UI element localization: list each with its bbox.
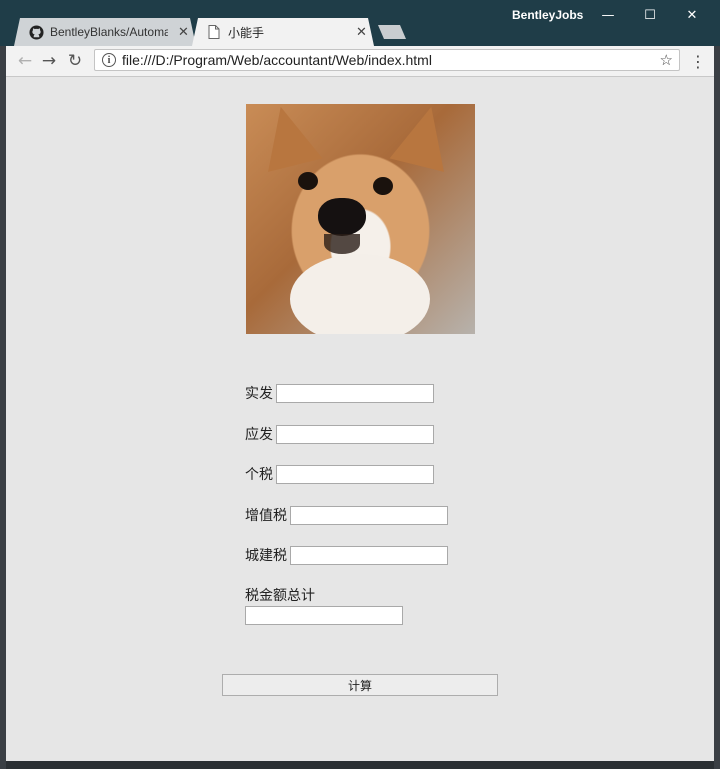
form-row-gross-pay: 应发 (245, 424, 434, 444)
dog-mouth (324, 234, 360, 254)
tab-title: 小能手 (228, 25, 265, 40)
field-label: 实发 (245, 386, 273, 402)
field-label: 个税 (245, 467, 273, 483)
window-bottom-border (6, 761, 714, 769)
address-bar[interactable]: i file:///D:/Program/Web/accountant/Web/… (94, 49, 680, 71)
form-row-total-tax: 税金额总计 (245, 585, 403, 625)
form-row-urban-construction-tax: 城建税 (245, 545, 448, 565)
field-label: 城建税 (245, 548, 287, 564)
close-window-button[interactable]: ✕ (670, 0, 714, 30)
total-tax-input[interactable] (245, 606, 403, 625)
info-icon[interactable]: i (102, 53, 116, 67)
reload-button[interactable]: ↻ (64, 50, 86, 72)
field-label: 增值税 (245, 508, 287, 524)
form-row-actual-pay: 实发 (245, 383, 434, 403)
window-border (714, 46, 720, 769)
calculate-button[interactable]: 计算 (222, 674, 498, 696)
field-label: 税金额总计 (245, 588, 315, 604)
close-icon[interactable]: ✕ (178, 24, 189, 40)
new-tab-button[interactable] (378, 25, 406, 39)
url-text[interactable]: file:///D:/Program/Web/accountant/Web/in… (122, 52, 432, 68)
close-icon[interactable]: ✕ (356, 24, 367, 40)
dog-eye (373, 177, 393, 195)
tab-github[interactable]: BentleyBlanks/Automa ✕ (14, 18, 196, 46)
tab-active-page[interactable]: 小能手 ✕ (192, 18, 374, 46)
dog-ear (253, 104, 323, 172)
dog-eye (298, 172, 318, 190)
browser-toolbar: ← → ↻ i file:///D:/Program/Web/accountan… (6, 46, 714, 77)
menu-icon[interactable]: ⋮ (690, 50, 706, 72)
dog-ear (389, 104, 459, 172)
star-icon[interactable]: ☆ (660, 51, 673, 69)
profile-name[interactable]: BentleyJobs (512, 8, 583, 22)
income-tax-input[interactable] (276, 464, 434, 484)
vat-input[interactable] (290, 505, 448, 525)
gross-pay-input[interactable] (276, 424, 434, 444)
form-row-vat: 增值税 (245, 505, 448, 525)
urban-construction-tax-input[interactable] (290, 545, 448, 565)
form-row-income-tax: 个税 (245, 464, 434, 484)
dog-chest (290, 254, 430, 334)
forward-button[interactable]: → (38, 50, 60, 72)
dog-nose (318, 198, 366, 236)
title-bar: BentleyBlanks/Automa ✕ 小能手 ✕ BentleyJobs… (0, 0, 720, 46)
actual-pay-input[interactable] (276, 383, 434, 403)
dog-photo (246, 104, 475, 334)
field-label: 应发 (245, 427, 273, 443)
maximize-button[interactable]: ☐ (628, 0, 672, 30)
tab-title: BentleyBlanks/Automa (50, 25, 168, 39)
page-icon (206, 24, 222, 40)
github-icon (28, 24, 44, 40)
back-button[interactable]: ← (14, 50, 36, 72)
minimize-button[interactable]: — (586, 0, 630, 30)
browser-window: BentleyBlanks/Automa ✕ 小能手 ✕ BentleyJobs… (0, 0, 720, 769)
page-content: 实发 应发 个税 增值税 城建税 税金额总计 计算 (6, 77, 714, 761)
